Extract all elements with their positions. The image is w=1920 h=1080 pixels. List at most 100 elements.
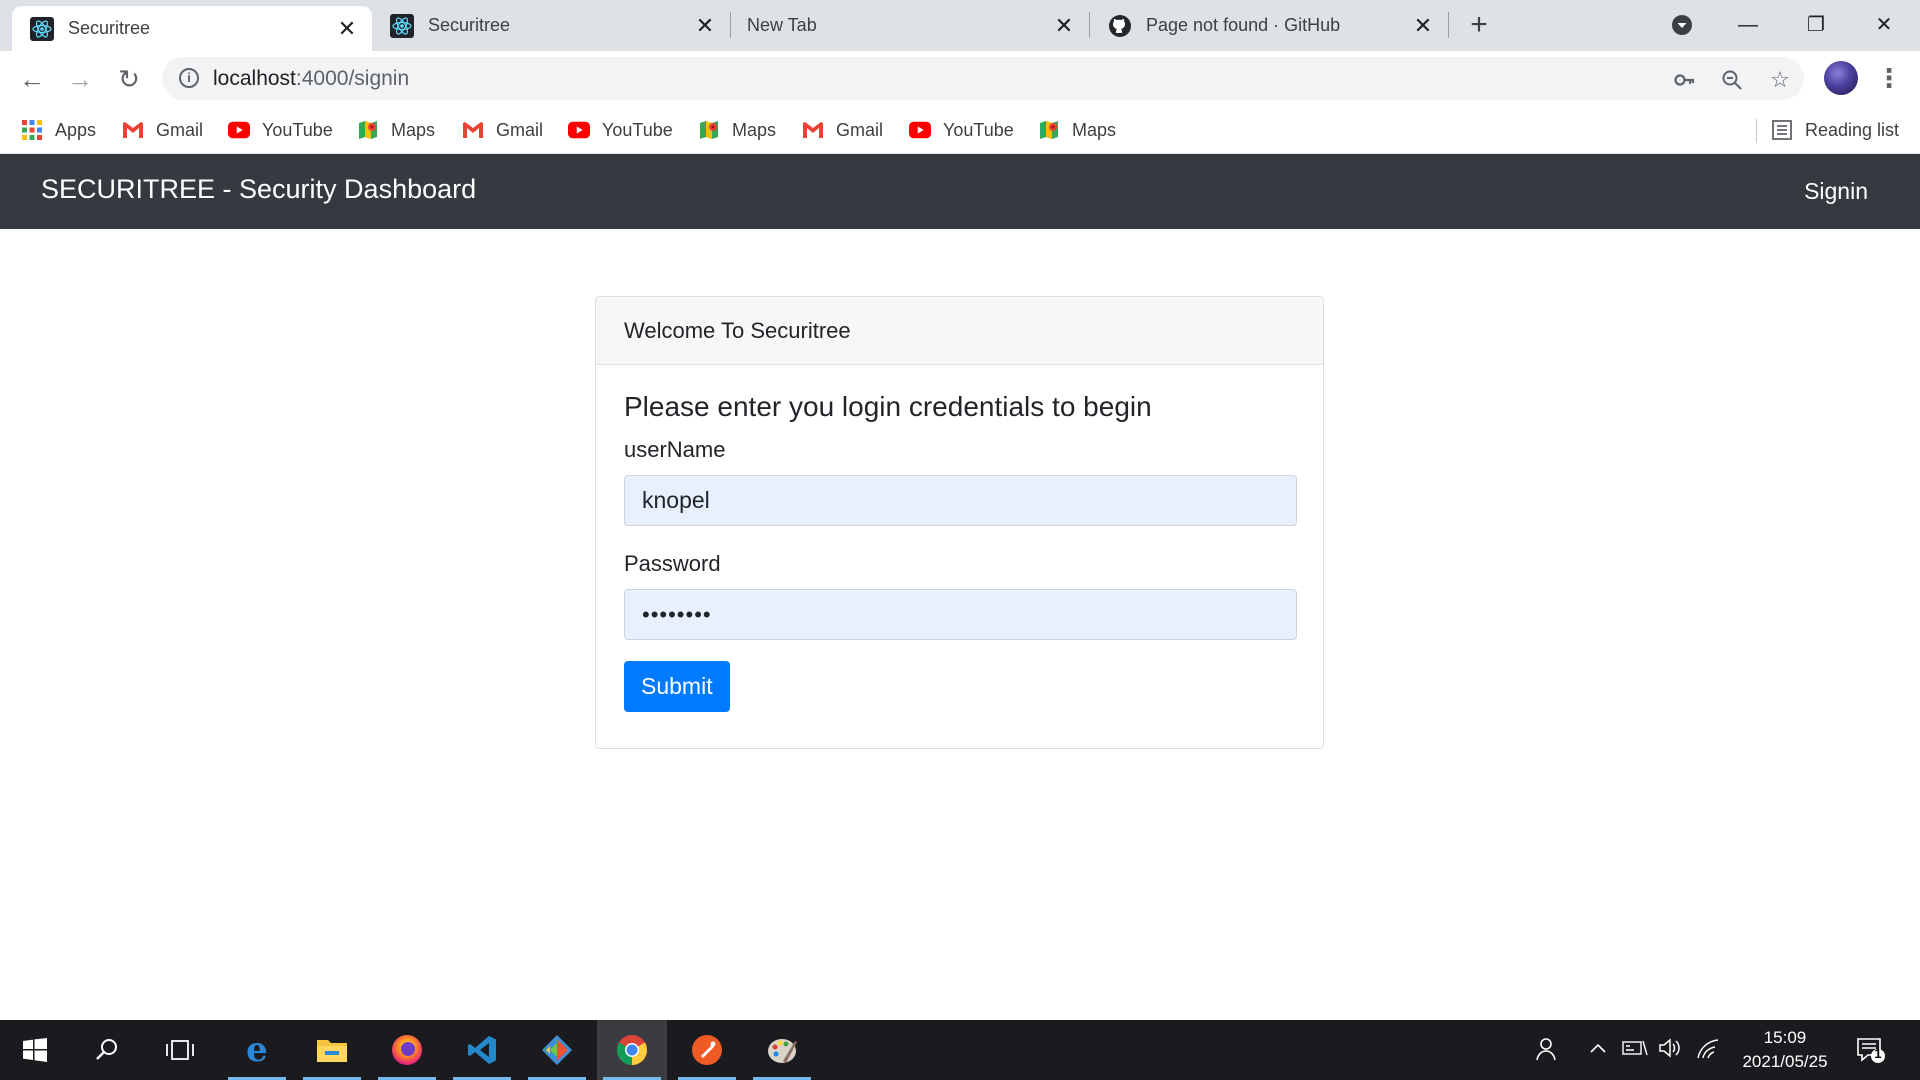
bookmark-label: Gmail xyxy=(156,119,204,140)
postman-icon[interactable] xyxy=(672,1020,742,1080)
reading-list-icon xyxy=(1771,119,1793,141)
bookmark-maps[interactable]: Maps xyxy=(1038,117,1116,143)
reading-list-button[interactable]: Reading list xyxy=(1771,117,1899,143)
reload-icon[interactable]: ↻ xyxy=(113,63,145,95)
site-info-icon[interactable]: i xyxy=(179,68,199,88)
zoom-icon[interactable] xyxy=(1719,67,1745,93)
volume-icon[interactable] xyxy=(1658,1038,1682,1064)
bookmarks-bar: Apps Gmail YouTube Maps Gmail YouTube Ma… xyxy=(0,107,1920,154)
close-tab-icon[interactable]: ✕ xyxy=(336,17,358,40)
bookmark-star-icon[interactable]: ☆ xyxy=(1767,67,1793,93)
app-navbar: SECURITREE - Security Dashboard Signin xyxy=(0,154,1920,229)
paint-icon[interactable] xyxy=(747,1020,817,1080)
apps-grid-icon xyxy=(21,119,43,141)
bookmarks-separator xyxy=(1756,119,1757,143)
maps-icon xyxy=(698,119,720,141)
close-tab-icon[interactable]: ✕ xyxy=(1412,14,1434,37)
username-value: knopel xyxy=(642,487,710,513)
bookmark-gmail[interactable]: Gmail xyxy=(462,117,543,143)
input-method-icon[interactable] xyxy=(1622,1038,1648,1064)
bookmark-label: Apps xyxy=(55,119,97,140)
network-icon[interactable] xyxy=(1696,1038,1720,1066)
bookmark-label: Gmail xyxy=(836,119,884,140)
system-clock[interactable]: 15:09 2021/05/25 xyxy=(1730,1026,1840,1074)
restore-icon[interactable]: ❐ xyxy=(1796,8,1836,42)
bookmark-youtube[interactable]: YouTube xyxy=(909,117,1014,143)
youtube-icon xyxy=(568,119,590,141)
close-tab-icon[interactable]: ✕ xyxy=(694,14,716,37)
bookmark-label: Maps xyxy=(732,119,777,140)
bookmark-apps[interactable]: Apps xyxy=(21,117,96,143)
password-mask: •••••••• xyxy=(642,601,712,627)
bookmark-label: Gmail xyxy=(496,119,544,140)
card-header: Welcome To Securitree xyxy=(596,297,1323,365)
bookmark-youtube[interactable]: YouTube xyxy=(568,117,673,143)
notification-count: 1 xyxy=(1874,1046,1882,1061)
tab-title: New Tab xyxy=(747,15,817,35)
new-tab-plus-icon[interactable]: + xyxy=(1463,10,1495,42)
react-icon xyxy=(30,16,54,41)
youtube-icon xyxy=(228,119,250,141)
forward-arrow-icon[interactable]: → xyxy=(64,63,96,95)
tab-search-icon[interactable] xyxy=(1662,8,1702,42)
close-tab-icon[interactable]: ✕ xyxy=(1053,14,1075,37)
bookmark-label: YouTube xyxy=(602,119,673,140)
react-icon xyxy=(390,13,414,38)
tab-github[interactable]: Page not found · GitHub ✕ xyxy=(1090,0,1448,51)
minimize-icon[interactable]: — xyxy=(1728,8,1768,42)
signin-nav-link[interactable]: Signin xyxy=(1804,178,1868,205)
chrome-menu-icon[interactable]: ⋮ xyxy=(1876,63,1902,93)
bookmark-label: YouTube xyxy=(943,119,1014,140)
submit-button[interactable]: Submit xyxy=(624,661,730,712)
task-view-icon[interactable] xyxy=(145,1020,215,1080)
url-text[interactable]: localhost:4000/signin xyxy=(213,67,409,91)
brand-title[interactable]: SECURITREE - Security Dashboard xyxy=(41,174,476,205)
bookmark-maps[interactable]: Maps xyxy=(698,117,776,143)
file-explorer-icon[interactable] xyxy=(297,1020,367,1080)
key-icon[interactable] xyxy=(1672,67,1698,93)
login-card: Welcome To Securitree Please enter you l… xyxy=(595,296,1324,749)
password-input[interactable]: •••••••• xyxy=(624,589,1297,640)
firefox-icon[interactable] xyxy=(372,1020,442,1080)
username-label: userName xyxy=(624,437,726,462)
clock-time: 15:09 xyxy=(1763,1028,1807,1047)
bookmark-maps[interactable]: Maps xyxy=(357,117,435,143)
windows-taskbar: e 15:09 2021/05/25 1 xyxy=(0,1020,1920,1080)
bookmark-label: YouTube xyxy=(262,119,333,140)
tab-title: Securitree xyxy=(68,18,151,38)
password-label: Password xyxy=(624,551,721,576)
bookmark-gmail[interactable]: Gmail xyxy=(802,117,883,143)
edge-icon[interactable]: e xyxy=(222,1020,292,1080)
reading-list-label: Reading list xyxy=(1805,119,1900,140)
card-title: Please enter you login credentials to be… xyxy=(624,391,1152,422)
bookmark-gmail[interactable]: Gmail xyxy=(122,117,203,143)
address-bar[interactable]: i localhost:4000/signin ☆ xyxy=(162,57,1804,100)
back-arrow-icon[interactable]: ← xyxy=(16,63,48,95)
tab-securitree-active[interactable]: Securitree ✕ xyxy=(12,6,372,51)
tab-new-tab[interactable]: New Tab ✕ xyxy=(731,0,1089,51)
vscode-icon[interactable] xyxy=(447,1020,517,1080)
git-gui-icon[interactable] xyxy=(522,1020,592,1080)
show-hidden-icons-icon[interactable] xyxy=(1588,1038,1608,1064)
browser-toolbar: ← → ↻ i localhost:4000/signin ☆ ⋮ xyxy=(0,51,1920,107)
people-icon[interactable] xyxy=(1532,1036,1558,1068)
gmail-icon xyxy=(122,119,144,141)
card-body: Please enter you login credentials to be… xyxy=(596,365,1323,738)
windows-start-icon[interactable] xyxy=(0,1020,70,1080)
bookmark-label: Maps xyxy=(391,119,436,140)
close-window-icon[interactable]: ✕ xyxy=(1864,8,1904,42)
bookmark-label: Maps xyxy=(1072,119,1117,140)
username-input[interactable]: knopel xyxy=(624,475,1297,526)
clock-date: 2021/05/25 xyxy=(1742,1052,1828,1071)
action-center-icon[interactable]: 1 xyxy=(1856,1036,1886,1064)
bookmark-youtube[interactable]: YouTube xyxy=(228,117,333,143)
svg-text:e: e xyxy=(246,1033,268,1067)
youtube-icon xyxy=(909,119,931,141)
search-icon[interactable] xyxy=(72,1020,142,1080)
chrome-icon[interactable] xyxy=(597,1020,667,1080)
tab-securitree[interactable]: Securitree ✕ xyxy=(372,0,730,51)
tab-separator xyxy=(1448,12,1449,38)
browser-tab-strip: Securitree ✕ Securitree ✕ New Tab ✕ Page… xyxy=(0,0,1920,51)
profile-avatar[interactable] xyxy=(1824,61,1858,95)
github-icon xyxy=(1108,14,1132,38)
